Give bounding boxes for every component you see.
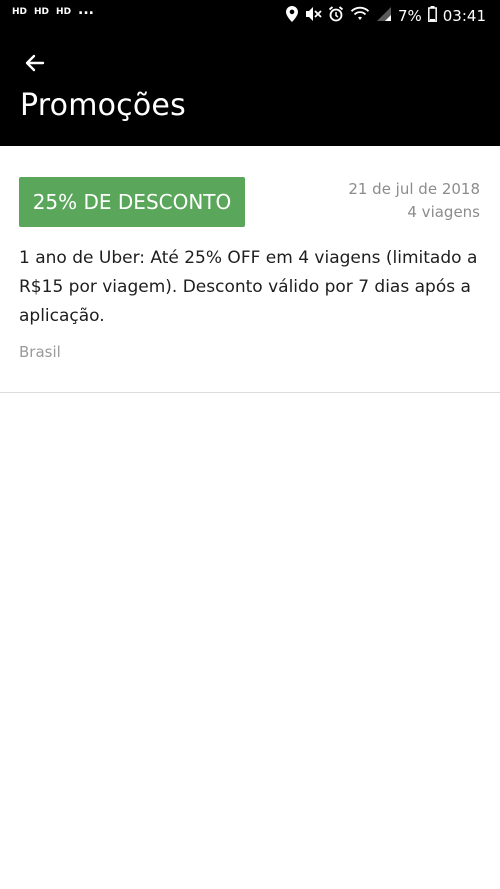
location-icon	[285, 6, 298, 26]
status-left: HD HD HD ...	[12, 1, 95, 18]
back-button[interactable]	[20, 48, 50, 78]
promotion-card[interactable]: 25% DE DESCONTO 21 de jul de 2018 4 viag…	[0, 146, 500, 393]
alarm-icon	[328, 6, 344, 26]
discount-badge: 25% DE DESCONTO	[19, 177, 245, 227]
arrow-left-icon	[25, 54, 45, 72]
clock: 03:41	[442, 7, 486, 25]
promotion-description: 1 ano de Uber: Até 25% OFF em 4 viagens …	[19, 248, 478, 326]
hd-indicator-1: HD	[12, 7, 28, 17]
wifi-icon	[350, 6, 370, 26]
hd-indicator-3: HD	[56, 7, 72, 17]
promotion-trips: 4 viagens	[407, 203, 480, 221]
promotion-meta: 21 de jul de 2018 4 viagens	[348, 178, 480, 224]
battery-percent: 7%	[397, 7, 422, 25]
promotion-date: 21 de jul de 2018	[348, 180, 480, 198]
more-notifications: ...	[78, 1, 95, 18]
battery-icon	[427, 6, 437, 26]
signal-icon	[376, 6, 392, 26]
hd-indicator-2: HD	[34, 7, 50, 17]
mute-icon	[304, 6, 322, 26]
status-right: 7% 03:41	[285, 6, 486, 26]
promotion-region: Brasil	[19, 343, 61, 361]
app-bar: Promoções	[0, 30, 500, 146]
status-bar: HD HD HD ... 7% 03:41	[0, 0, 500, 30]
page-title: Promoções	[20, 88, 186, 123]
